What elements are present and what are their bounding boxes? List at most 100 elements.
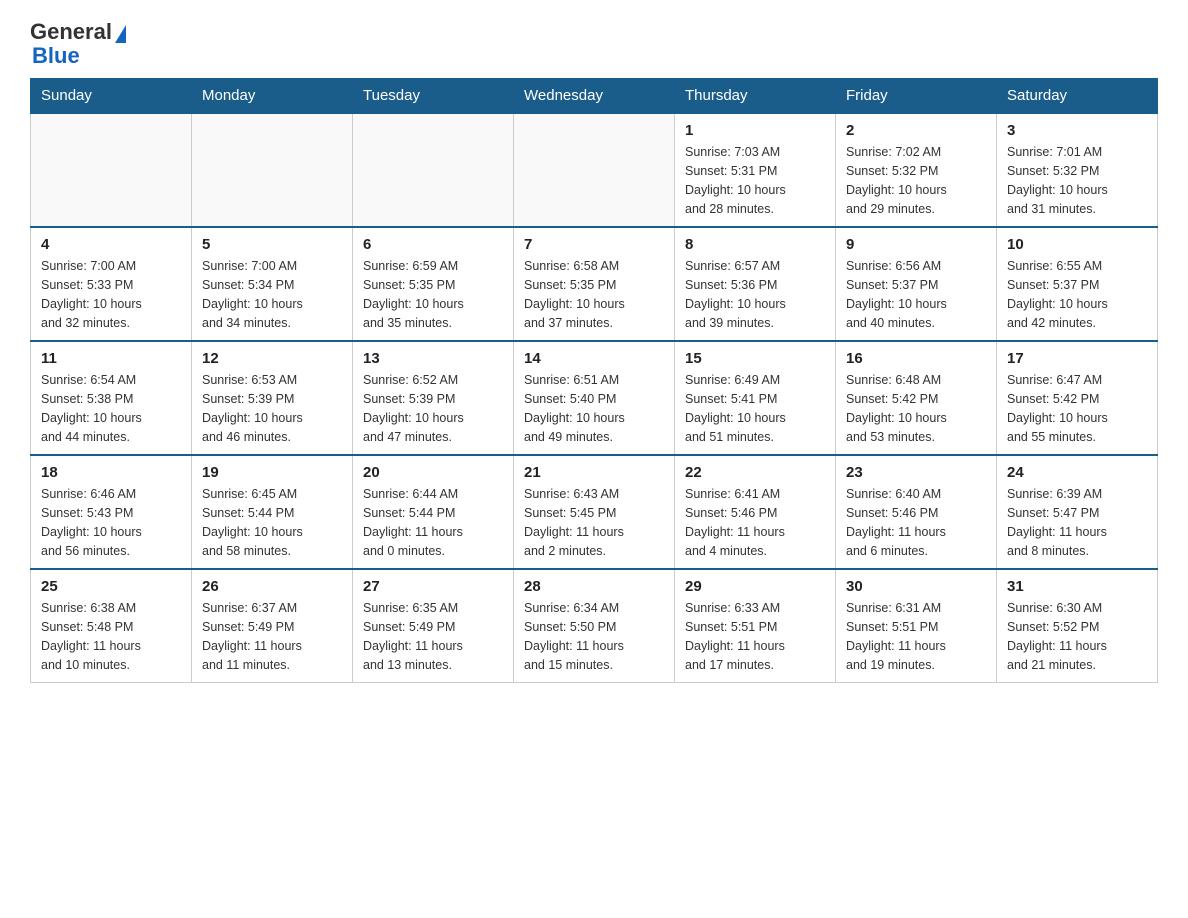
day-info: Sunrise: 6:49 AMSunset: 5:41 PMDaylight:… <box>685 371 825 446</box>
day-number: 14 <box>524 350 664 367</box>
day-info: Sunrise: 6:53 AMSunset: 5:39 PMDaylight:… <box>202 371 342 446</box>
day-number: 30 <box>846 578 986 595</box>
calendar-cell: 19Sunrise: 6:45 AMSunset: 5:44 PMDayligh… <box>192 455 353 569</box>
calendar: SundayMondayTuesdayWednesdayThursdayFrid… <box>30 78 1158 683</box>
day-number: 5 <box>202 236 342 253</box>
calendar-cell: 24 Sunrise: 6:39 AMSunset: 5:47 PMDayligh… <box>997 455 1158 569</box>
day-number: 8 <box>685 236 825 253</box>
day-info: Sunrise: 7:00 AMSunset: 5:34 PMDaylight:… <box>202 257 342 332</box>
day-info: Sunrise: 6:31 AMSunset: 5:51 PMDaylight:… <box>846 599 986 674</box>
day-info: Sunrise: 6:35 AMSunset: 5:49 PMDaylight:… <box>363 599 503 674</box>
calendar-cell: 15 Sunrise: 6:49 AMSunset: 5:41 PMDayligh… <box>675 341 836 455</box>
calendar-cell: 12 Sunrise: 6:53 AMSunset: 5:39 PMDayligh… <box>192 341 353 455</box>
calendar-cell: 14 Sunrise: 6:51 AMSunset: 5:40 PMDayligh… <box>514 341 675 455</box>
calendar-cell: 30 Sunrise: 6:31 AMSunset: 5:51 PMDayligh… <box>836 569 997 683</box>
logo-blue: Blue <box>30 44 126 68</box>
day-number: 15 <box>685 350 825 367</box>
calendar-cell: 6Sunrise: 6:59 AMSunset: 5:35 PMDaylight… <box>353 227 514 341</box>
day-number: 24 <box>1007 464 1147 481</box>
day-info: Sunrise: 6:43 AMSunset: 5:45 PMDaylight:… <box>524 485 664 560</box>
calendar-cell <box>192 113 353 227</box>
day-number: 26 <box>202 578 342 595</box>
week-row-3: 11Sunrise: 6:54 AMSunset: 5:38 PMDayligh… <box>31 341 1158 455</box>
calendar-cell <box>31 113 192 227</box>
day-info: Sunrise: 7:01 AMSunset: 5:32 PMDaylight:… <box>1007 143 1147 218</box>
weekday-header-wednesday: Wednesday <box>514 79 675 114</box>
calendar-cell <box>353 113 514 227</box>
calendar-cell: 17 Sunrise: 6:47 AMSunset: 5:42 PMDayligh… <box>997 341 1158 455</box>
calendar-cell: 11Sunrise: 6:54 AMSunset: 5:38 PMDayligh… <box>31 341 192 455</box>
calendar-cell <box>514 113 675 227</box>
day-info: Sunrise: 6:56 AMSunset: 5:37 PMDaylight:… <box>846 257 986 332</box>
day-number: 18 <box>41 464 181 481</box>
calendar-cell: 27Sunrise: 6:35 AMSunset: 5:49 PMDayligh… <box>353 569 514 683</box>
day-info: Sunrise: 6:59 AMSunset: 5:35 PMDaylight:… <box>363 257 503 332</box>
week-row-5: 25Sunrise: 6:38 AMSunset: 5:48 PMDayligh… <box>31 569 1158 683</box>
day-number: 20 <box>363 464 503 481</box>
day-info: Sunrise: 7:03 AMSunset: 5:31 PMDaylight:… <box>685 143 825 218</box>
day-number: 2 <box>846 122 986 139</box>
weekday-header-tuesday: Tuesday <box>353 79 514 114</box>
day-info: Sunrise: 6:47 AMSunset: 5:42 PMDaylight:… <box>1007 371 1147 446</box>
day-number: 22 <box>685 464 825 481</box>
day-info: Sunrise: 6:57 AMSunset: 5:36 PMDaylight:… <box>685 257 825 332</box>
calendar-cell: 26Sunrise: 6:37 AMSunset: 5:49 PMDayligh… <box>192 569 353 683</box>
calendar-cell: 21Sunrise: 6:43 AMSunset: 5:45 PMDayligh… <box>514 455 675 569</box>
day-info: Sunrise: 6:40 AMSunset: 5:46 PMDaylight:… <box>846 485 986 560</box>
day-number: 7 <box>524 236 664 253</box>
calendar-cell: 20 Sunrise: 6:44 AMSunset: 5:44 PMDayligh… <box>353 455 514 569</box>
calendar-cell: 13 Sunrise: 6:52 AMSunset: 5:39 PMDayligh… <box>353 341 514 455</box>
weekday-header-saturday: Saturday <box>997 79 1158 114</box>
calendar-cell: 28 Sunrise: 6:34 AMSunset: 5:50 PMDayligh… <box>514 569 675 683</box>
day-number: 4 <box>41 236 181 253</box>
day-info: Sunrise: 6:55 AMSunset: 5:37 PMDaylight:… <box>1007 257 1147 332</box>
day-number: 19 <box>202 464 342 481</box>
day-number: 13 <box>363 350 503 367</box>
day-number: 16 <box>846 350 986 367</box>
calendar-cell: 5 Sunrise: 7:00 AMSunset: 5:34 PMDaylight… <box>192 227 353 341</box>
day-info: Sunrise: 6:58 AMSunset: 5:35 PMDaylight:… <box>524 257 664 332</box>
calendar-cell: 18 Sunrise: 6:46 AMSunset: 5:43 PMDayligh… <box>31 455 192 569</box>
calendar-cell: 2 Sunrise: 7:02 AMSunset: 5:32 PMDaylight… <box>836 113 997 227</box>
week-row-4: 18 Sunrise: 6:46 AMSunset: 5:43 PMDayligh… <box>31 455 1158 569</box>
day-info: Sunrise: 7:02 AMSunset: 5:32 PMDaylight:… <box>846 143 986 218</box>
day-info: Sunrise: 6:33 AMSunset: 5:51 PMDaylight:… <box>685 599 825 674</box>
day-info: Sunrise: 7:00 AMSunset: 5:33 PMDaylight:… <box>41 257 181 332</box>
calendar-cell: 3Sunrise: 7:01 AMSunset: 5:32 PMDaylight… <box>997 113 1158 227</box>
week-row-1: 1 Sunrise: 7:03 AMSunset: 5:31 PMDaylight… <box>31 113 1158 227</box>
day-info: Sunrise: 6:34 AMSunset: 5:50 PMDaylight:… <box>524 599 664 674</box>
day-info: Sunrise: 6:38 AMSunset: 5:48 PMDaylight:… <box>41 599 181 674</box>
calendar-cell: 31Sunrise: 6:30 AMSunset: 5:52 PMDayligh… <box>997 569 1158 683</box>
calendar-cell: 16 Sunrise: 6:48 AMSunset: 5:42 PMDayligh… <box>836 341 997 455</box>
calendar-cell: 22 Sunrise: 6:41 AMSunset: 5:46 PMDayligh… <box>675 455 836 569</box>
day-info: Sunrise: 6:41 AMSunset: 5:46 PMDaylight:… <box>685 485 825 560</box>
header: General Blue <box>30 20 1158 68</box>
calendar-cell: 23Sunrise: 6:40 AMSunset: 5:46 PMDayligh… <box>836 455 997 569</box>
day-number: 1 <box>685 122 825 139</box>
week-row-2: 4 Sunrise: 7:00 AMSunset: 5:33 PMDaylight… <box>31 227 1158 341</box>
weekday-header-friday: Friday <box>836 79 997 114</box>
calendar-cell: 7 Sunrise: 6:58 AMSunset: 5:35 PMDaylight… <box>514 227 675 341</box>
day-number: 9 <box>846 236 986 253</box>
day-info: Sunrise: 6:48 AMSunset: 5:42 PMDaylight:… <box>846 371 986 446</box>
calendar-cell: 9 Sunrise: 6:56 AMSunset: 5:37 PMDaylight… <box>836 227 997 341</box>
day-info: Sunrise: 6:52 AMSunset: 5:39 PMDaylight:… <box>363 371 503 446</box>
weekday-header-row: SundayMondayTuesdayWednesdayThursdayFrid… <box>31 79 1158 114</box>
day-info: Sunrise: 6:39 AMSunset: 5:47 PMDaylight:… <box>1007 485 1147 560</box>
day-number: 17 <box>1007 350 1147 367</box>
logo-wordmark: General Blue <box>30 20 126 68</box>
day-number: 12 <box>202 350 342 367</box>
day-number: 28 <box>524 578 664 595</box>
logo-general: General <box>30 20 112 44</box>
day-number: 10 <box>1007 236 1147 253</box>
calendar-cell: 4 Sunrise: 7:00 AMSunset: 5:33 PMDaylight… <box>31 227 192 341</box>
day-info: Sunrise: 6:30 AMSunset: 5:52 PMDaylight:… <box>1007 599 1147 674</box>
calendar-cell: 8 Sunrise: 6:57 AMSunset: 5:36 PMDaylight… <box>675 227 836 341</box>
logo-triangle-icon <box>115 25 126 43</box>
weekday-header-sunday: Sunday <box>31 79 192 114</box>
day-number: 29 <box>685 578 825 595</box>
day-info: Sunrise: 6:46 AMSunset: 5:43 PMDaylight:… <box>41 485 181 560</box>
day-info: Sunrise: 6:54 AMSunset: 5:38 PMDaylight:… <box>41 371 181 446</box>
day-info: Sunrise: 6:44 AMSunset: 5:44 PMDaylight:… <box>363 485 503 560</box>
day-info: Sunrise: 6:51 AMSunset: 5:40 PMDaylight:… <box>524 371 664 446</box>
